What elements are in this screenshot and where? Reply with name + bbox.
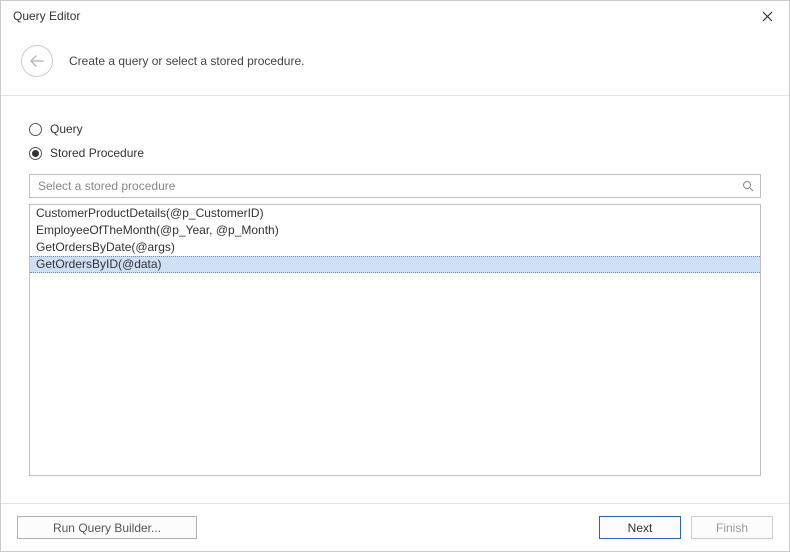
search-input[interactable] [36, 175, 742, 197]
finish-button: Finish [691, 516, 773, 539]
radio-indicator [29, 147, 42, 160]
window-title: Query Editor [13, 9, 80, 23]
search-box[interactable] [29, 174, 761, 198]
close-icon [762, 11, 773, 22]
back-button[interactable] [21, 45, 53, 77]
radio-query-label: Query [50, 122, 83, 136]
header: Create a query or select a stored proced… [1, 31, 789, 95]
radio-query[interactable]: Query [29, 122, 761, 136]
search-icon [742, 180, 754, 192]
run-query-builder-button[interactable]: Run Query Builder... [17, 516, 197, 539]
list-item[interactable]: GetOrdersByDate(@args) [30, 239, 760, 256]
list-item[interactable]: CustomerProductDetails(@p_CustomerID) [30, 205, 760, 222]
list-item[interactable]: GetOrdersByID(@data) [30, 256, 760, 273]
stored-procedure-list[interactable]: CustomerProductDetails(@p_CustomerID) Em… [29, 204, 761, 476]
radio-stored-label: Stored Procedure [50, 146, 144, 160]
arrow-left-icon [30, 55, 44, 67]
list-item[interactable]: EmployeeOfTheMonth(@p_Year, @p_Month) [30, 222, 760, 239]
next-button[interactable]: Next [599, 516, 681, 539]
header-subtitle: Create a query or select a stored proced… [69, 54, 304, 68]
radio-indicator [29, 123, 42, 136]
title-bar: Query Editor [1, 1, 789, 31]
close-button[interactable] [755, 4, 779, 28]
footer: Run Query Builder... Next Finish [1, 503, 789, 551]
radio-stored-procedure[interactable]: Stored Procedure [29, 146, 761, 160]
content-area: Query Stored Procedure CustomerProductDe… [1, 96, 789, 476]
